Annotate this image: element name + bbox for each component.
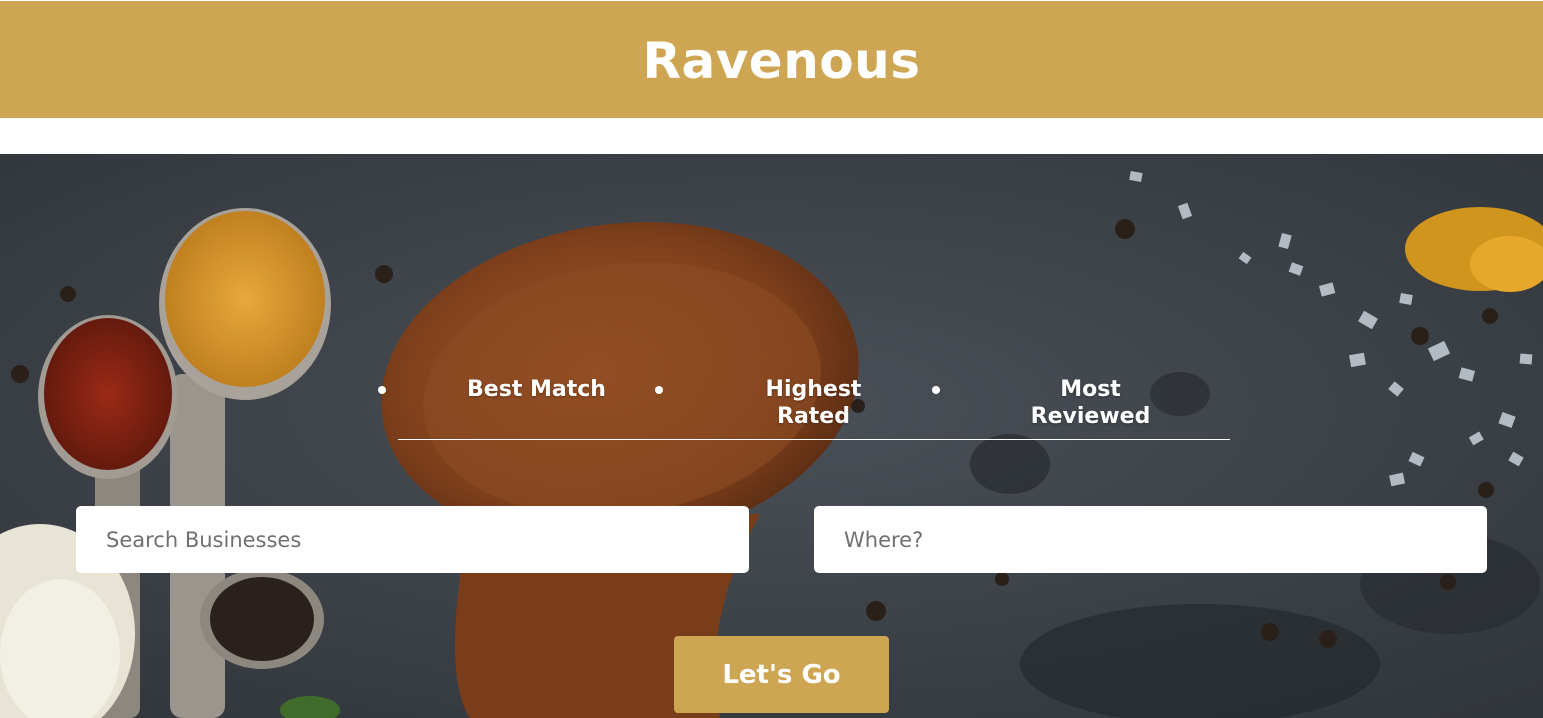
sort-option-label: Most Reviewed xyxy=(1030,377,1151,429)
bullet-icon xyxy=(655,386,663,394)
sort-option-label: Best Match xyxy=(467,377,606,402)
site-header: Ravenous xyxy=(0,1,1543,118)
sort-option-highest-rated[interactable]: Highest Rated xyxy=(655,376,952,430)
bullet-icon xyxy=(378,386,386,394)
lets-go-button[interactable]: Let's Go xyxy=(674,636,889,713)
search-hero: Best Match Highest Rated Most Reviewed L… xyxy=(0,154,1543,718)
bullet-icon xyxy=(932,386,940,394)
location-search-input[interactable] xyxy=(814,506,1487,573)
sort-option-best-match[interactable]: Best Match xyxy=(378,376,675,403)
sort-options-nav: Best Match Highest Rated Most Reviewed xyxy=(378,376,1230,440)
site-title: Ravenous xyxy=(642,31,921,90)
sort-option-most-reviewed[interactable]: Most Reviewed xyxy=(932,376,1229,430)
sort-option-label: Highest Rated xyxy=(765,377,862,429)
business-search-input[interactable] xyxy=(76,506,749,573)
